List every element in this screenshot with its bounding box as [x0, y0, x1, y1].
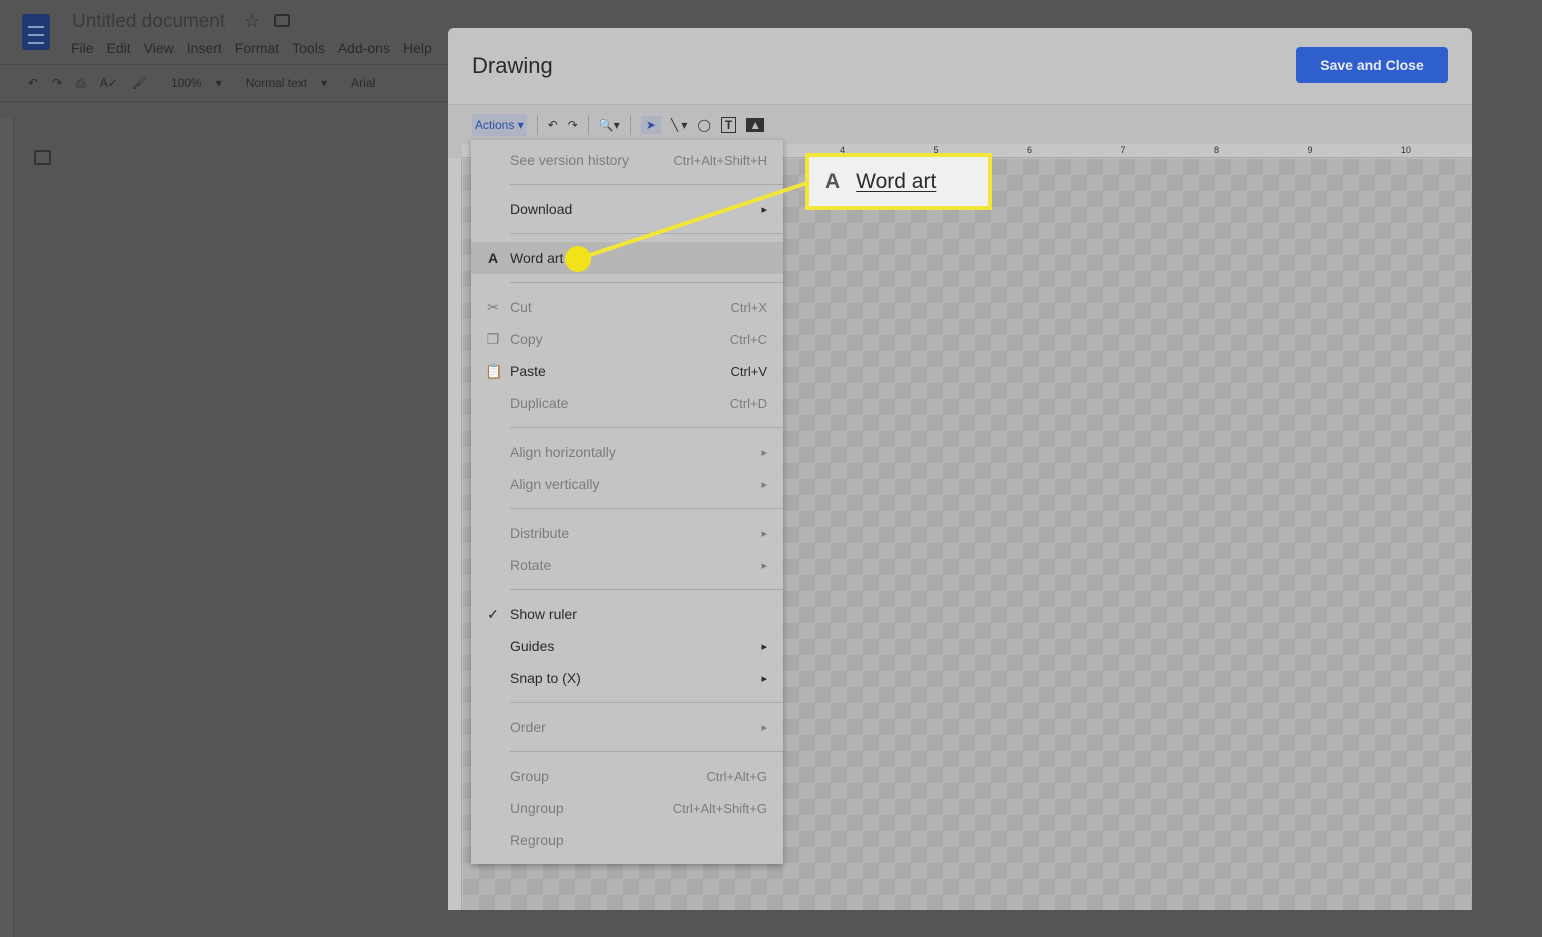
word-art-callout: A Word art — [805, 153, 992, 210]
word-art-icon: A — [825, 169, 841, 193]
callout-label: Word art — [856, 169, 937, 193]
callout-connector-line — [577, 180, 811, 261]
callout-marker-dot — [565, 246, 591, 272]
